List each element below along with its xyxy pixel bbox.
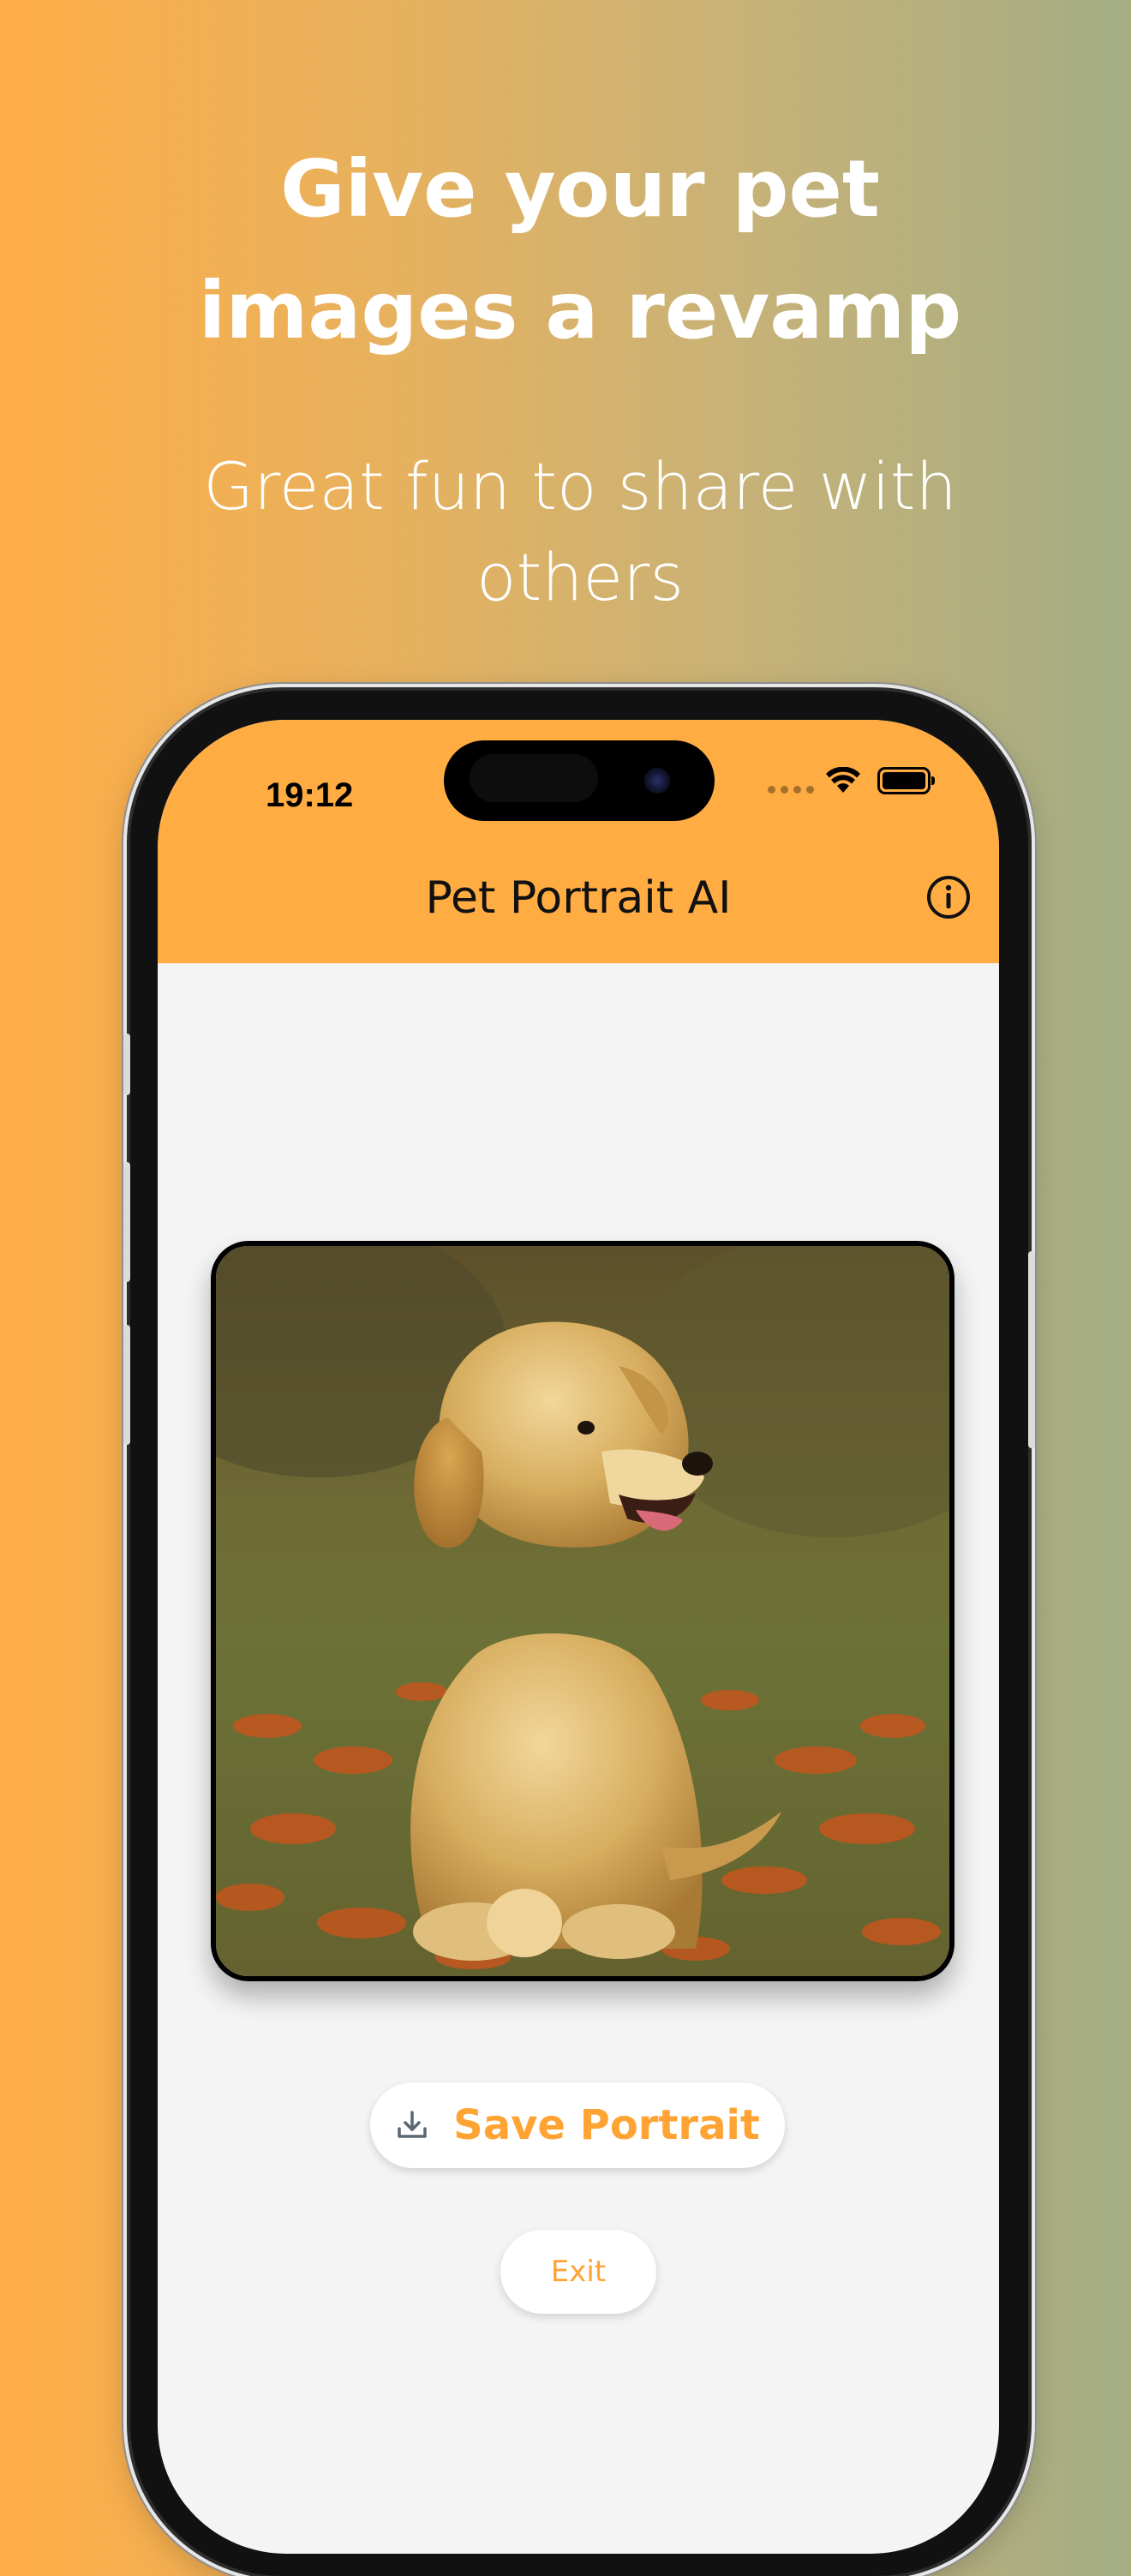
wifi-icon xyxy=(826,767,860,793)
download-icon xyxy=(398,2111,427,2138)
island-sensor xyxy=(470,754,598,802)
battery-icon xyxy=(877,767,935,794)
camera-icon xyxy=(644,768,670,794)
status-time: 19:12 xyxy=(266,776,354,814)
save-portrait-label: Save Portrait xyxy=(453,2101,760,2149)
headline-line-1: Give your pet xyxy=(280,143,880,235)
subheadline-line-2: others xyxy=(476,539,685,615)
phone-volume-down-button xyxy=(123,1325,130,1445)
app-header: 19:12 Pet Portrait AI xyxy=(158,720,999,963)
app-title: Pet Portrait AI xyxy=(425,872,732,924)
phone-screen: 19:12 Pet Portrait AI Save Portrait Exit xyxy=(158,720,999,2554)
phone-side-button xyxy=(123,1033,130,1095)
pet-portrait-image xyxy=(211,1241,954,1981)
exit-button[interactable]: Exit xyxy=(500,2230,656,2314)
dynamic-island xyxy=(444,740,715,821)
promo-headline: Give your pet images a revamp xyxy=(0,129,1131,372)
status-icons xyxy=(768,764,935,797)
cellular-signal-icon xyxy=(768,764,814,797)
phone-volume-up-button xyxy=(123,1162,130,1282)
phone-power-button xyxy=(1028,1251,1035,1448)
promo-subheadline: Great fun to share with others xyxy=(0,441,1131,623)
headline-line-2: images a revamp xyxy=(198,265,962,356)
subheadline-line-1: Great fun to share with xyxy=(203,448,957,524)
save-portrait-button[interactable]: Save Portrait xyxy=(370,2082,785,2168)
info-circle-icon[interactable] xyxy=(925,874,972,920)
